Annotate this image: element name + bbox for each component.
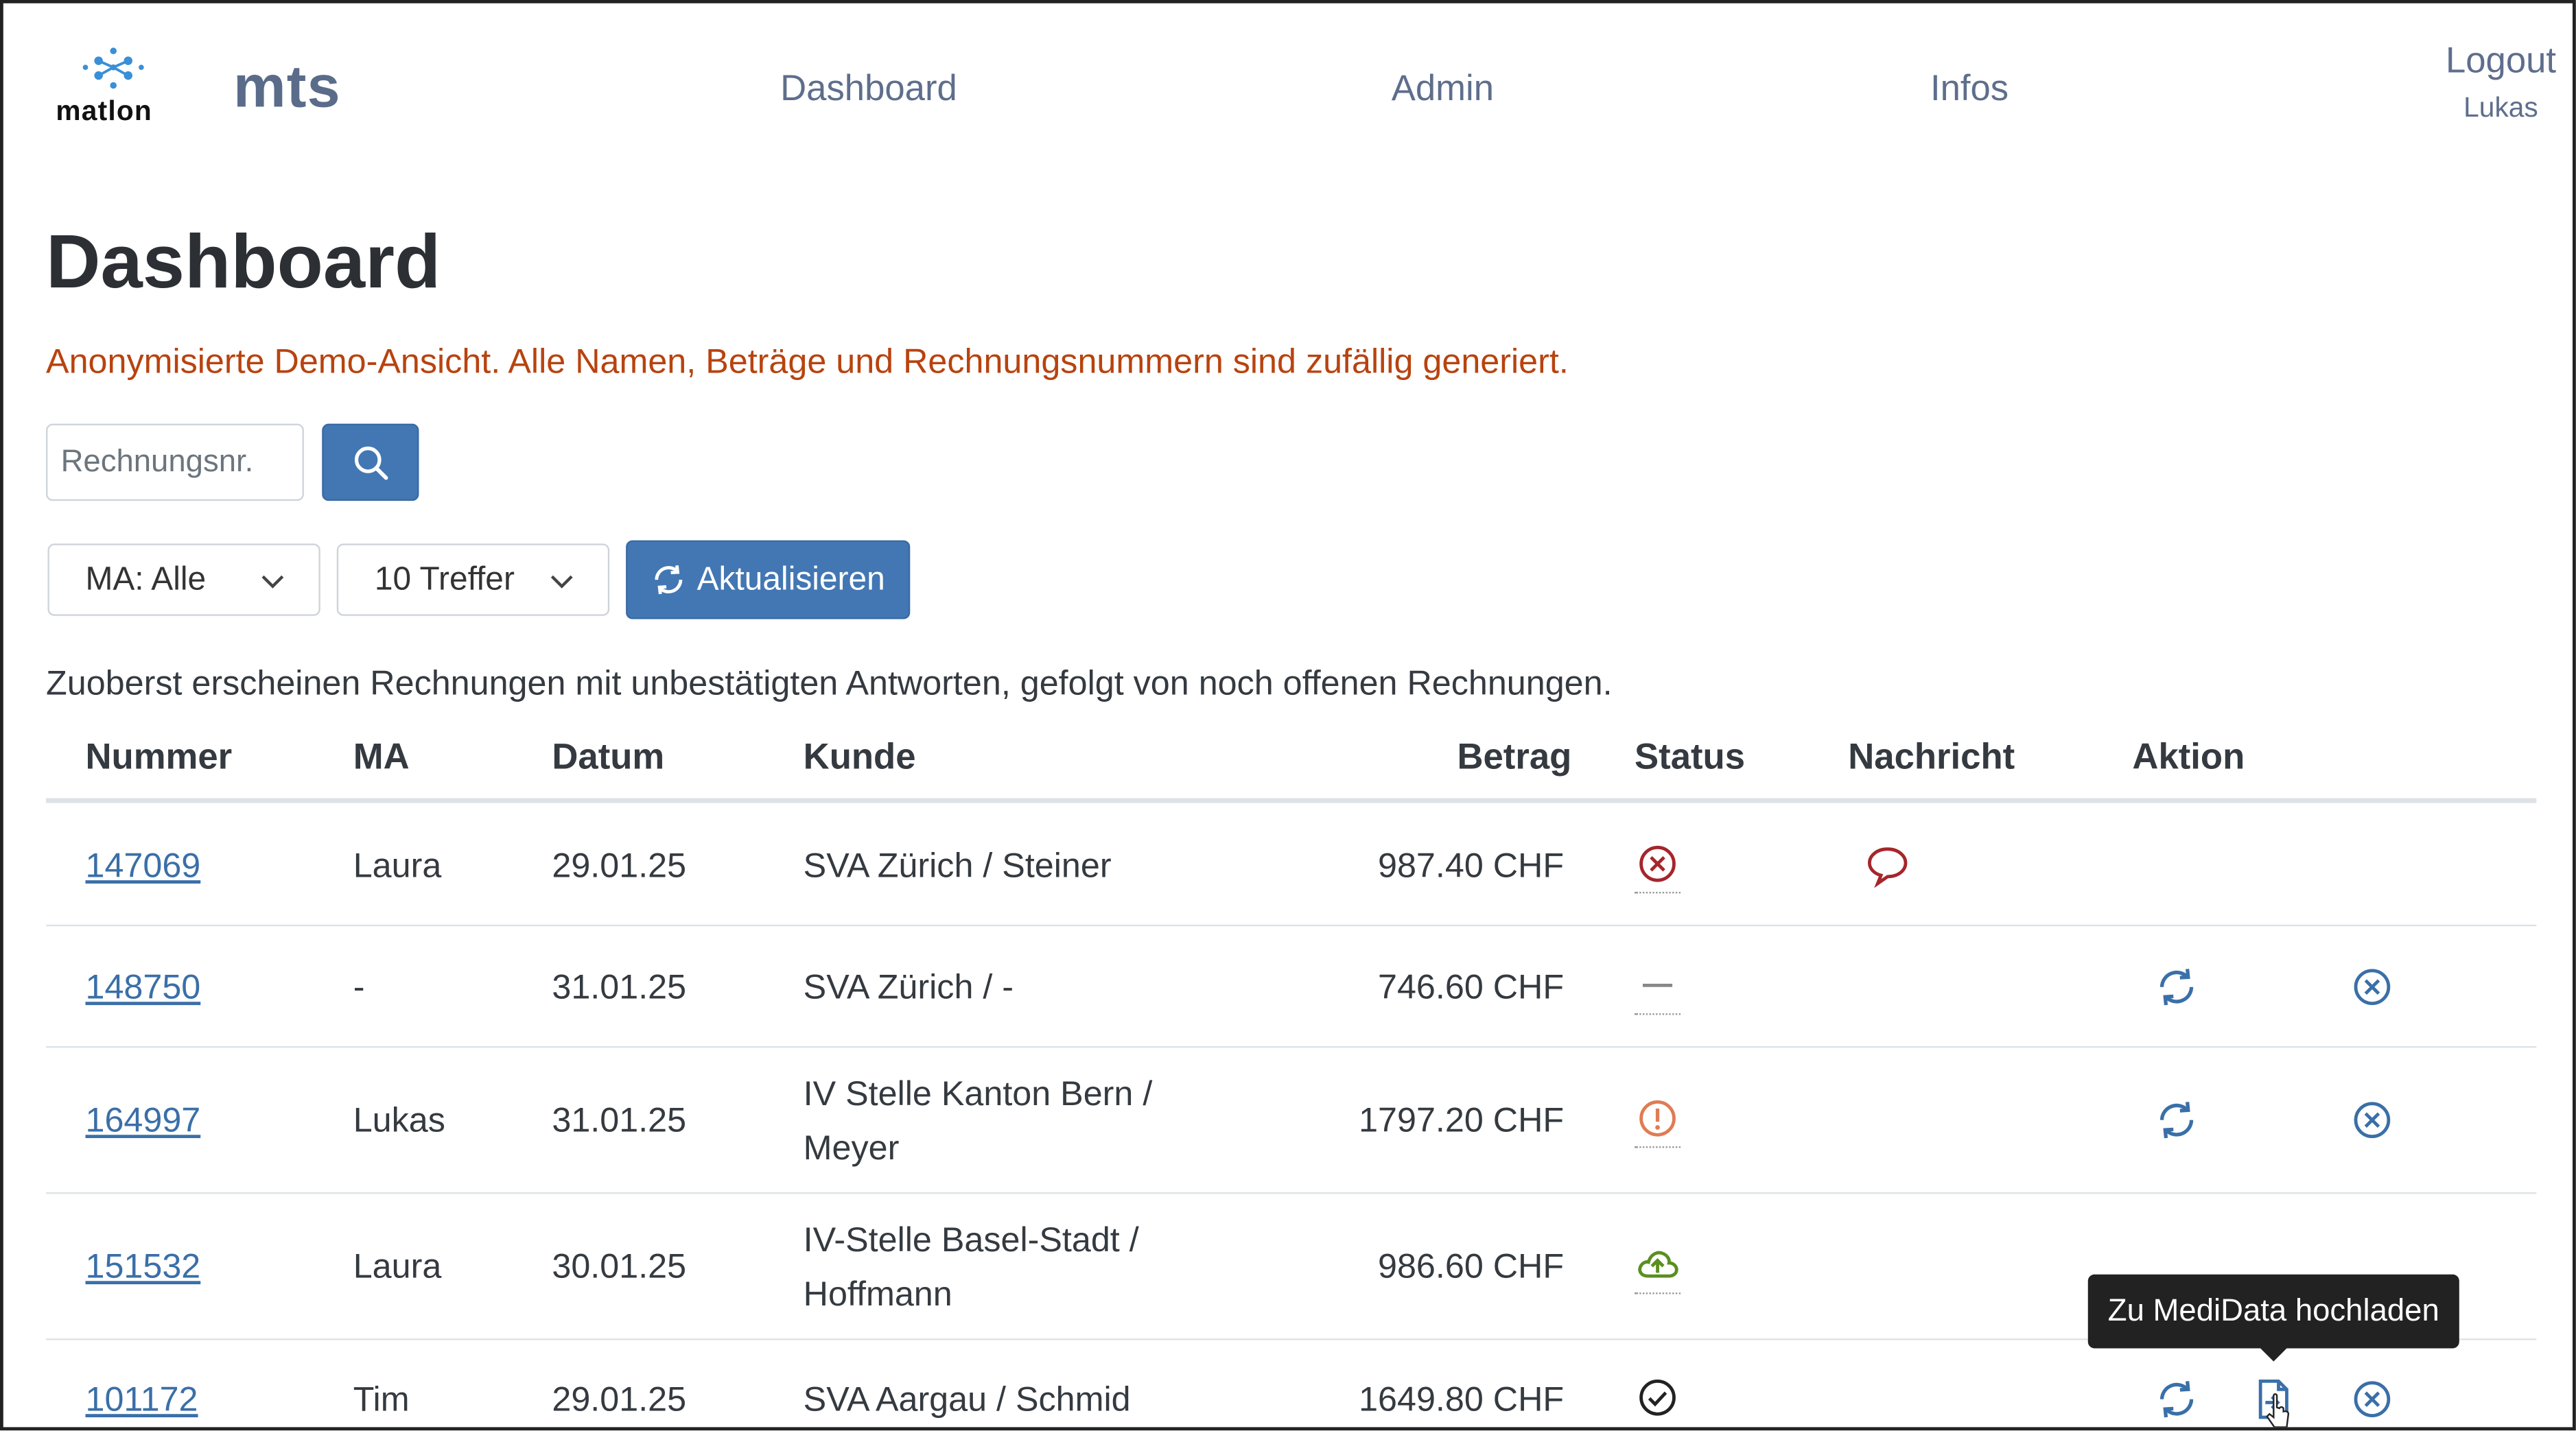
nav-infos[interactable]: Infos (1930, 67, 2009, 110)
ma-cell: Tim (353, 1381, 410, 1419)
nav-dashboard[interactable]: Dashboard (780, 67, 957, 110)
matlon-logo[interactable]: matlon (53, 46, 174, 131)
upload-tooltip: Zu MediData hochladen (2087, 1274, 2459, 1362)
invoice-number-cell: 164997 (85, 1093, 200, 1148)
customer-cell: SVA Aargau / Schmid (803, 1381, 1131, 1419)
refresh-icon (655, 565, 683, 595)
brand-name[interactable]: mts (233, 53, 341, 122)
invoice-number-cell: 147069 (85, 839, 200, 893)
amount-cell: 987.40 CHF (1378, 847, 1565, 886)
invoice-number-cell: 148750 (85, 960, 200, 1015)
amount-cell: 746.60 CHF (1378, 969, 1565, 1007)
customer-cell-line1: IV Stelle Kanton Bern / (803, 1076, 1153, 1114)
col-kunde: Kunde (803, 735, 916, 777)
customer-cell: SVA Zürich / Steiner (803, 847, 1112, 886)
mouse-pointer-icon (2266, 1393, 2290, 1428)
col-status: Status (1635, 735, 1746, 777)
cancel-icon[interactable] (2349, 1376, 2395, 1422)
ma-cell: Laura (353, 1248, 442, 1286)
warning-icon (1635, 1100, 1681, 1148)
invoice-link[interactable]: 147069 (85, 847, 200, 885)
ma-cell: Laura (353, 847, 442, 886)
invoice-link[interactable]: 148750 (85, 969, 200, 1006)
customer-cell-line2: Hoffmann (803, 1276, 952, 1314)
row-divider (46, 1192, 2537, 1194)
demo-notice: Anonymisierte Demo-Ansicht. Alle Namen, … (46, 343, 1569, 381)
invoice-link[interactable]: 151532 (85, 1248, 200, 1286)
logout-block: Logout Lukas (2446, 39, 2556, 124)
search-button[interactable] (322, 423, 419, 501)
logo-molecule-icon (82, 47, 144, 89)
col-nachricht: Nachricht (1848, 735, 2015, 777)
refresh-icon[interactable] (2154, 964, 2200, 1010)
refresh-button[interactable]: Aktualisieren (626, 540, 911, 619)
logout-link[interactable]: Logout (2446, 39, 2556, 82)
invoice-number-cell: 151532 (85, 1240, 200, 1294)
search-icon (353, 445, 388, 480)
customer-cell-line2: Meyer (803, 1130, 900, 1168)
date-cell: 29.01.25 (552, 847, 687, 886)
amount-cell: 1649.80 CHF (1359, 1381, 1565, 1419)
page-title: Dashboard (46, 218, 441, 304)
hits-select-value: 10 Treffer (374, 560, 515, 598)
amount-cell: 1797.20 CHF (1359, 1102, 1565, 1140)
message-bubble-icon[interactable] (1864, 842, 1910, 888)
ma-select-value: MA: Alle (85, 560, 207, 598)
col-aktion: Aktion (2132, 735, 2245, 777)
col-datum: Datum (552, 735, 665, 777)
sort-info: Zuoberst erscheinen Rechnungen mit unbes… (46, 665, 1613, 703)
logo-text: matlon (56, 95, 153, 127)
col-betrag: Betrag (1457, 735, 1572, 777)
date-cell: 29.01.25 (552, 1381, 687, 1419)
table-header-divider (46, 798, 2537, 803)
ma-cell: - (353, 969, 365, 1007)
col-ma: MA (353, 735, 410, 777)
app-window: matlon mts Dashboard Admin Infos Logout … (0, 0, 2576, 1431)
ma-select[interactable]: MA: Alle (47, 543, 320, 616)
invoice-link[interactable]: 101172 (85, 1381, 198, 1419)
ma-cell: Lukas (353, 1102, 445, 1140)
amount-cell: 986.60 CHF (1378, 1248, 1565, 1286)
cancel-icon[interactable] (2349, 964, 2395, 1010)
invoice-number-cell: 101172 (85, 1373, 198, 1427)
cancel-icon[interactable] (2349, 1097, 2395, 1143)
chevron-down-icon (261, 575, 284, 589)
date-cell: 30.01.25 (552, 1248, 687, 1286)
col-nummer: Nummer (85, 735, 233, 777)
date-cell: 31.01.25 (552, 969, 687, 1007)
refresh-icon[interactable] (2154, 1097, 2200, 1143)
error-circle-icon (1635, 845, 1681, 894)
refresh-label: Aktualisieren (696, 560, 885, 598)
cloud-upload-icon (1635, 1251, 1681, 1294)
chevron-down-icon (550, 575, 573, 589)
current-user: Lukas (2463, 92, 2538, 123)
dash-icon (1635, 984, 1681, 1015)
hits-select[interactable]: 10 Treffer (336, 543, 610, 616)
row-divider (46, 924, 2537, 927)
customer-cell: SVA Zürich / - (803, 969, 1014, 1007)
nav-admin[interactable]: Admin (1392, 67, 1494, 110)
customer-cell-line1: IV-Stelle Basel-Stadt / (803, 1222, 1139, 1260)
invoice-search-input[interactable] (46, 423, 304, 501)
invoice-link[interactable]: 164997 (85, 1102, 200, 1139)
check-circle-icon (1639, 1379, 1676, 1416)
row-divider (46, 1045, 2537, 1048)
date-cell: 31.01.25 (552, 1102, 687, 1140)
refresh-icon[interactable] (2154, 1376, 2200, 1422)
